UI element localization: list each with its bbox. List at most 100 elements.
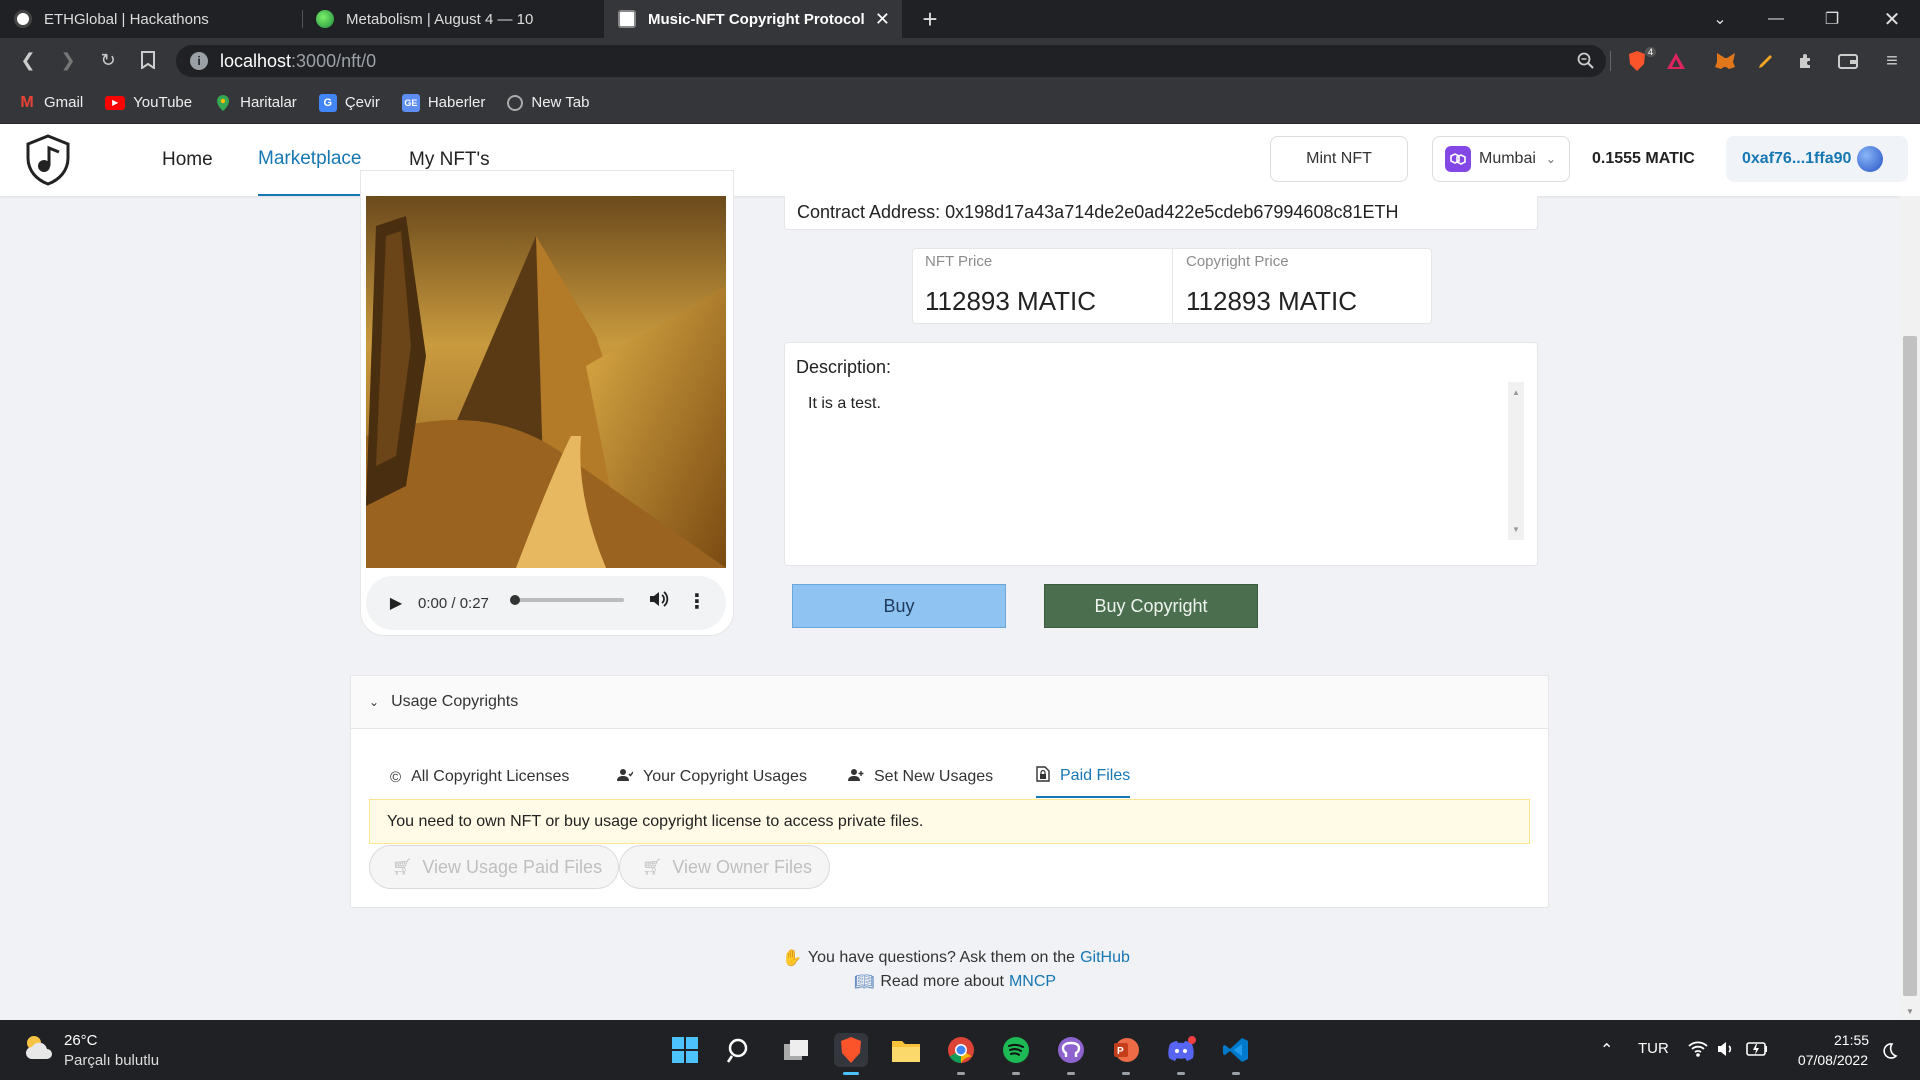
new-tab-button[interactable]: +	[902, 0, 958, 38]
brave-rewards-icon[interactable]	[1664, 49, 1688, 73]
buy-button[interactable]: Buy	[792, 584, 1006, 628]
zoom-icon[interactable]	[1574, 49, 1598, 73]
running-app-indicator	[1012, 1072, 1020, 1075]
mncp-favicon-icon	[618, 10, 636, 28]
back-icon[interactable]: ❮	[14, 46, 42, 74]
tab-ethglobal[interactable]: ETHGlobal | Hackathons	[0, 0, 300, 38]
tab-metabolism[interactable]: Metabolism | August 4 — 10	[302, 0, 602, 38]
bookmark-youtube[interactable]: ▶ YouTube	[105, 94, 192, 111]
nft-artwork-image	[366, 196, 726, 568]
tray-chevron-up-icon[interactable]: ⌃	[1600, 1040, 1613, 1060]
play-icon[interactable]: ▶	[386, 590, 406, 616]
nft-price-label: NFT Price	[925, 253, 993, 270]
github-link[interactable]: GitHub	[1080, 949, 1130, 967]
chevron-down-icon: ⌄	[369, 695, 380, 709]
windows-start-icon[interactable]	[668, 1033, 702, 1067]
tab-your-copyright-usages[interactable]: Your Copyright Usages	[617, 756, 807, 798]
audio-progress-track[interactable]	[510, 595, 624, 605]
button-label: View Usage Paid Files	[422, 856, 603, 877]
wallet-icon[interactable]	[1836, 49, 1860, 73]
account-button[interactable]: 0xaf76...1ffa90	[1726, 136, 1908, 182]
mncp-link[interactable]: MNCP	[1009, 973, 1056, 991]
gmail-icon: M	[20, 93, 34, 111]
account-address: 0xaf76...1ffa90	[1742, 150, 1852, 167]
brave-taskbar-icon[interactable]	[834, 1033, 868, 1067]
view-usage-paid-files-button[interactable]: 🛒︎ View Usage Paid Files	[369, 845, 619, 889]
chevron-down-icon: ⌄	[1545, 152, 1556, 166]
nav-home[interactable]: Home	[162, 124, 213, 196]
notifications-moon-icon[interactable]	[1880, 1042, 1898, 1060]
close-window-icon[interactable]: ✕	[1864, 0, 1920, 38]
tab-set-new-usages[interactable]: Set New Usages	[848, 756, 993, 798]
page-scrollbar[interactable]: ▼	[1900, 196, 1920, 1020]
bookmark-cevir[interactable]: G Çevir	[318, 93, 380, 112]
avatar	[1857, 146, 1884, 172]
weather-cloud-icon[interactable]	[22, 1032, 58, 1068]
forward-icon[interactable]: ❯	[54, 46, 82, 74]
vscode-icon[interactable]	[1219, 1033, 1253, 1067]
tab-all-copyright-licenses[interactable]: © All Copyright Licenses	[390, 756, 569, 798]
volume-icon[interactable]	[1716, 1040, 1736, 1060]
pen-extension-icon[interactable]	[1754, 49, 1778, 73]
restore-window-icon[interactable]: ❐	[1804, 0, 1860, 38]
audio-progress-knob[interactable]	[510, 595, 520, 605]
tab-paid-files[interactable]: Paid Files	[1036, 756, 1131, 798]
description-scrollbar[interactable]: ▲ ▼	[1508, 382, 1524, 540]
buy-copyright-button[interactable]: Buy Copyright	[1044, 584, 1258, 628]
metamask-icon[interactable]	[1714, 49, 1738, 73]
task-view-icon[interactable]	[779, 1033, 813, 1067]
description-text: It is a test.	[808, 395, 881, 412]
bookmark-icon[interactable]	[134, 46, 162, 74]
page-scrollbar-thumb[interactable]	[1903, 336, 1917, 996]
minimize-window-icon[interactable]: —	[1748, 0, 1804, 38]
mncp-logo-icon[interactable]	[24, 134, 72, 186]
discord-icon[interactable]	[1164, 1033, 1198, 1067]
more-options-icon[interactable]: ⋮	[687, 588, 707, 614]
powerpoint-icon[interactable]: P	[1109, 1033, 1143, 1067]
bookmark-gmail[interactable]: M Gmail	[18, 94, 83, 112]
spotify-icon[interactable]	[999, 1033, 1033, 1067]
scroll-down-icon[interactable]: ▼	[1906, 1007, 1914, 1016]
browser-menu-icon[interactable]: ≡	[1880, 49, 1904, 73]
url-input[interactable]: i localhost:3000/nft/0	[176, 45, 1606, 77]
search-icon[interactable]	[723, 1033, 757, 1067]
bookmark-label: Haritalar	[240, 94, 297, 111]
tab-label: Set New Usages	[874, 768, 994, 785]
bookmark-new-tab[interactable]: New Tab	[507, 94, 589, 111]
translate-icon: G	[318, 93, 337, 112]
keyboard-language[interactable]: TUR	[1638, 1040, 1669, 1057]
site-info-icon[interactable]: i	[190, 52, 208, 70]
price-divider	[1172, 249, 1173, 323]
brave-shield-icon[interactable]: 4	[1622, 47, 1656, 73]
weather-temp: 26°C	[64, 1032, 98, 1049]
scroll-down-icon[interactable]: ▼	[1512, 525, 1520, 534]
footer-read-more-text: Read more about	[880, 973, 1004, 990]
clock-date: 07/08/2022	[1797, 1052, 1868, 1068]
mint-nft-button[interactable]: Mint NFT	[1270, 136, 1408, 182]
github-desktop-icon[interactable]	[1054, 1033, 1088, 1067]
file-explorer-icon[interactable]	[889, 1033, 923, 1067]
running-app-indicator	[1122, 1072, 1130, 1075]
footer-questions: ✋ You have questions? Ask them on the Gi…	[782, 948, 1130, 968]
extensions-puzzle-icon[interactable]	[1794, 49, 1818, 73]
battery-icon[interactable]	[1746, 1041, 1768, 1059]
scroll-up-icon[interactable]: ▲	[1512, 388, 1520, 397]
view-owner-files-button[interactable]: 🛒︎ View Owner Files	[619, 845, 830, 889]
wallet-balance: 0.1555 MATIC	[1592, 150, 1695, 167]
tab-music-nft[interactable]: Music-NFT Copyright Protocol ✕	[604, 0, 902, 38]
reload-icon[interactable]: ↻	[94, 46, 122, 74]
network-selector[interactable]: Mumbai ⌄	[1432, 136, 1570, 182]
tab-search-chevron-icon[interactable]: ⌄	[1692, 0, 1748, 38]
bookmark-haberler[interactable]: GE Haberler	[401, 93, 485, 112]
bookmark-haritalar[interactable]: Haritalar	[214, 94, 297, 112]
close-tab-icon[interactable]: ✕	[875, 9, 890, 30]
running-app-indicator	[1177, 1072, 1185, 1075]
nav-marketplace[interactable]: Marketplace	[258, 124, 362, 196]
svg-text:P: P	[1117, 1046, 1124, 1057]
polygon-icon	[1445, 146, 1471, 172]
usage-copyrights-header[interactable]: ⌄ Usage Copyrights	[351, 676, 1548, 729]
chrome-icon[interactable]	[944, 1033, 978, 1067]
volume-icon[interactable]	[648, 588, 672, 614]
description-textarea[interactable]: It is a test. ▲ ▼	[796, 382, 1524, 540]
wifi-icon[interactable]	[1688, 1040, 1708, 1060]
